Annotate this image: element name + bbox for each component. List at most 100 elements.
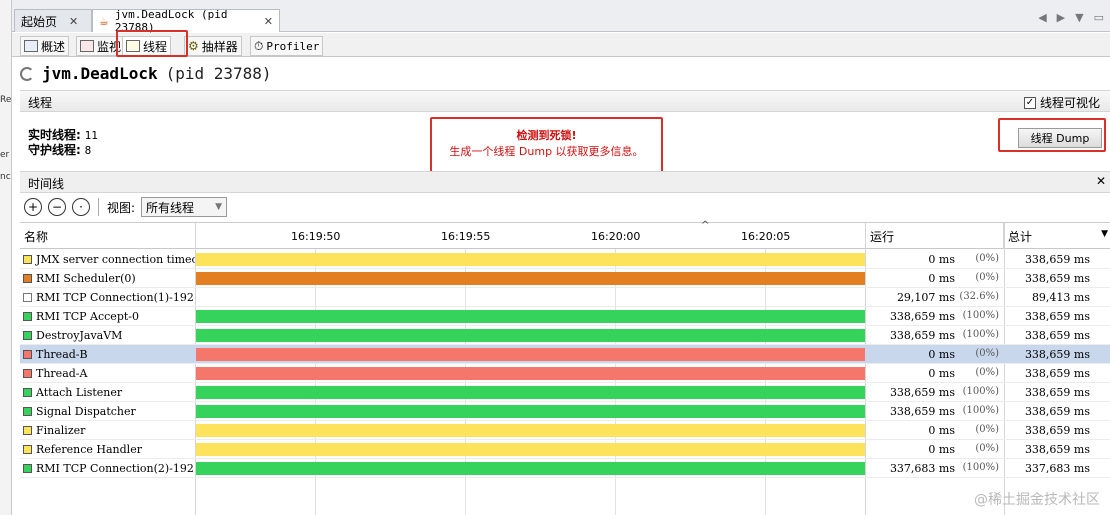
thread-state-swatch xyxy=(23,388,32,397)
thread-dump-button[interactable]: 线程 Dump xyxy=(1018,128,1102,148)
running-time: 0 ms xyxy=(928,253,955,266)
thread-name: Signal Dispatcher xyxy=(36,405,136,418)
app-name: jvm.DeadLock xyxy=(42,64,158,83)
running-time: 29,107 ms xyxy=(896,291,955,304)
threads-timeline-table: 名称 ^ 16:19:50 16:19:55 16:20:00 16:20:05… xyxy=(20,220,1110,515)
thread-name: JMX server connection timeout xyxy=(36,253,195,266)
total-time: 338,659 ms xyxy=(1024,367,1090,380)
deadlock-title: 检测到死锁! xyxy=(516,129,577,142)
button-label: 线程 Dump xyxy=(1030,132,1090,145)
thread-name: RMI TCP Accept-0 xyxy=(36,310,139,323)
tab-label: 概述 xyxy=(41,39,66,54)
scroll-right-icon[interactable]: ▶ xyxy=(1057,11,1065,24)
total-time: 89,413 ms xyxy=(1031,291,1090,304)
view-select[interactable]: 所有线程 ▼ xyxy=(141,197,228,217)
close-icon[interactable]: ✕ xyxy=(1096,174,1106,188)
thread-state-swatch xyxy=(23,255,32,264)
thread-state-swatch xyxy=(23,312,32,321)
watermark: @稀土掘金技术社区 xyxy=(974,492,1100,508)
total-time: 338,659 ms xyxy=(1024,405,1090,418)
total-time: 338,659 ms xyxy=(1024,348,1090,361)
scroll-left-icon[interactable]: ◀ xyxy=(1038,11,1046,24)
left-strip-text: nc xyxy=(0,172,11,182)
thread-state-bar xyxy=(196,253,865,266)
thread-state-bar xyxy=(196,443,865,456)
monitor-icon xyxy=(80,40,94,52)
threads-visualization-toggle[interactable]: ✓ 线程可视化 xyxy=(1023,94,1100,111)
total-time: 338,659 ms xyxy=(1024,329,1090,342)
table-header: 名称 ^ 16:19:50 16:19:55 16:20:00 16:20:05… xyxy=(20,220,1110,249)
column-header-total[interactable]: 总计 ▼ xyxy=(1004,223,1110,249)
thread-state-bar xyxy=(196,272,865,285)
running-time: 338,659 ms xyxy=(889,386,955,399)
tab-label: Profiler xyxy=(266,39,320,53)
running-time: 338,659 ms xyxy=(889,310,955,323)
checkbox-label: 线程可视化 xyxy=(1039,96,1100,110)
table-row[interactable]: JMX server connection timeout 0 ms (0%) 338… xyxy=(20,250,1110,269)
table-row[interactable]: Signal Dispatcher 338,659 ms (100%) 338,659… xyxy=(20,402,1110,421)
loading-spinner-icon xyxy=(20,66,34,81)
threads-tab-highlight-box xyxy=(116,30,188,57)
timeline-header: 时间线 ✕ xyxy=(20,171,1110,193)
thread-name-cell: RMI TCP Connection(2)-192.168 xyxy=(23,462,195,475)
document-tab-bar: 起始页 ✕ ☕ jvm.DeadLock (pid 23788) ✕ ◀ ▶ ▼… xyxy=(12,0,1110,34)
zoom-in-icon[interactable]: + xyxy=(24,198,42,216)
tab-profiler[interactable]: ⏱ Profiler xyxy=(250,36,324,56)
thread-state-bar xyxy=(196,462,865,475)
overview-icon xyxy=(24,40,38,52)
tab-deadlock-app[interactable]: ☕ jvm.DeadLock (pid 23788) ✕ xyxy=(92,8,280,34)
total-time: 338,659 ms xyxy=(1024,253,1090,266)
thread-state-swatch xyxy=(23,274,32,283)
left-strip-text: Re xyxy=(0,95,12,105)
running-percent: (0%) xyxy=(975,424,999,435)
tab-label: 抽样器 xyxy=(201,39,238,54)
table-row[interactable]: Finalizer 0 ms (0%) 338,659 ms xyxy=(20,421,1110,440)
table-row[interactable]: RMI Scheduler(0) 0 ms (0%) 338,659 ms xyxy=(20,269,1110,288)
close-icon[interactable]: ✕ xyxy=(69,15,78,28)
thread-state-swatch xyxy=(23,464,32,473)
table-row[interactable]: Reference Handler 0 ms (0%) 338,659 ms xyxy=(20,440,1110,459)
tab-start-page[interactable]: 起始页 ✕ xyxy=(14,9,92,32)
thread-name-cell: RMI Scheduler(0) xyxy=(23,272,195,285)
thread-state-swatch xyxy=(23,293,32,302)
maximize-icon[interactable]: ▭ xyxy=(1094,11,1104,24)
thread-state-swatch xyxy=(23,426,32,435)
column-header-running[interactable]: 运行 xyxy=(866,223,1004,249)
running-percent: (0%) xyxy=(975,272,999,283)
running-time: 338,659 ms xyxy=(889,405,955,418)
thread-name: RMI TCP Connection(2)-192.168 xyxy=(36,462,195,475)
column-header-timeline[interactable]: ^ 16:19:50 16:19:55 16:20:00 16:20:05 xyxy=(196,220,866,249)
table-row[interactable]: Attach Listener 338,659 ms (100%) 338,659 m… xyxy=(20,383,1110,402)
time-tick-label: 16:19:50 xyxy=(291,230,341,243)
thread-state-bar xyxy=(196,367,865,380)
table-row[interactable]: Thread-B 0 ms (0%) 338,659 ms xyxy=(20,345,1110,364)
tab-label: 起始页 xyxy=(21,14,58,29)
thread-state-bar xyxy=(196,405,865,418)
checkbox-checked-icon[interactable]: ✓ xyxy=(1023,96,1036,109)
timeline-title: 时间线 xyxy=(28,177,65,191)
tab-overview[interactable]: 概述 xyxy=(20,36,70,56)
tab-sampler[interactable]: ⚙ 抽样器 xyxy=(184,36,242,56)
tab-list-icon[interactable]: ▼ xyxy=(1075,11,1083,24)
thread-name-cell: Signal Dispatcher xyxy=(23,405,195,418)
threads-section-header: 线程 ✓ 线程可视化 xyxy=(20,90,1110,112)
thread-state-swatch xyxy=(23,331,32,340)
table-row[interactable]: DestroyJavaVM 338,659 ms (100%) 338,659 ms xyxy=(20,326,1110,345)
running-time: 0 ms xyxy=(928,367,955,380)
thread-state-bar xyxy=(196,424,865,437)
column-menu-icon[interactable]: ▼ xyxy=(1101,229,1108,239)
column-header-name[interactable]: 名称 xyxy=(20,223,196,249)
left-panel-strip: Re er nc xyxy=(0,0,12,515)
table-row[interactable]: Thread-A 0 ms (0%) 338,659 ms xyxy=(20,364,1110,383)
zoom-out-icon[interactable]: − xyxy=(48,198,66,216)
thread-state-swatch xyxy=(23,445,32,454)
live-threads-label: 实时线程: xyxy=(28,128,81,142)
view-select-value: 所有线程 xyxy=(146,200,195,215)
zoom-fit-icon[interactable]: · xyxy=(72,198,90,216)
thread-state-swatch xyxy=(23,350,32,359)
close-icon[interactable]: ✕ xyxy=(264,15,273,28)
table-row[interactable]: RMI TCP Accept-0 338,659 ms (100%) 338,659 … xyxy=(20,307,1110,326)
table-row[interactable]: RMI TCP Connection(1)-192.168 29,107 ms (3… xyxy=(20,288,1110,307)
running-percent: (100%) xyxy=(962,386,999,397)
table-row[interactable]: RMI TCP Connection(2)-192.168 337,683 ms (… xyxy=(20,459,1110,478)
